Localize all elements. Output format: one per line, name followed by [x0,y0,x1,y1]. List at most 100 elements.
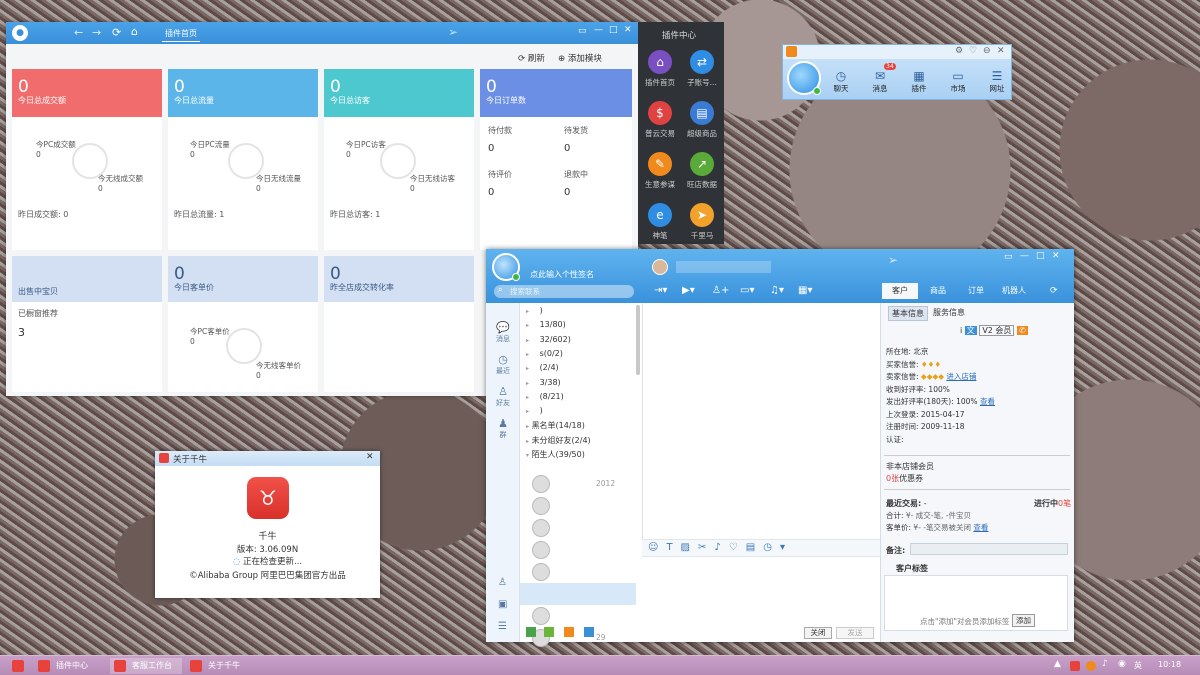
send-button[interactable]: 发送 [836,627,874,639]
more-icon[interactable]: ▾ [780,542,793,553]
start-icon[interactable] [12,660,24,672]
plugin-item-2[interactable]: $ 普云交易 [640,101,680,139]
plugin-item-0[interactable]: ⌂ 插件首页 [640,50,680,88]
sidebar-2[interactable]: ♙ 好友 [488,385,518,408]
chat-minimize-icon[interactable]: — [1020,251,1029,261]
visitor-card[interactable]: 0 今日总访客 今日PC访客 0 今日无线访客 0 昨日总访客: 1 [324,69,474,250]
customer-tab-0[interactable]: 客户 [882,283,918,299]
customer-tab-3[interactable]: 机器人 [996,283,1032,299]
customer-tab-1[interactable]: 商品 [920,283,956,299]
plugin-item-7[interactable]: ➤ 千里马 [682,203,722,241]
customer-tab-2[interactable]: 订单 [958,283,994,299]
forward-icon[interactable]: → [92,26,101,39]
contact-group[interactable]: ▸ s(0/2) [526,349,563,358]
contact-group[interactable]: ▸ 3/38) [526,378,561,387]
contact-group[interactable]: ▸ ) [526,406,543,415]
taskbar-item-2[interactable]: 关于千牛 [186,658,258,674]
toolbar-settings-icon[interactable]: ⚙ [955,46,963,56]
plugin-item-4[interactable]: ✎ 生意参谋 [640,152,680,190]
taskbar-item-1[interactable]: 客服工作台 [110,658,182,674]
contact-scrollbar[interactable] [636,305,640,375]
refresh-panel-icon[interactable]: ⟳ [1050,286,1058,296]
inbox-icon[interactable]: ▣ [498,599,507,610]
screen-share-icon[interactable]: ▭▾ [740,285,754,296]
orders-card[interactable]: 0 今日订单数 待付款 0 待发货 0 待评价 0 退款中 0 [480,69,632,250]
file-icon[interactable]: ▤ [746,542,763,553]
refresh-button[interactable]: ⟳ 刷新 [518,52,545,64]
maximize-icon[interactable]: □ [609,25,618,35]
video-icon[interactable]: ▶▾ [682,285,695,296]
reload-icon[interactable]: ⟳ [112,26,121,39]
contact-search[interactable]: ⌕ 搜索联系 [494,285,634,298]
subtab-1[interactable]: 服务信息 [930,306,968,319]
network-icon[interactable]: ◉ [1118,659,1126,669]
like-icon[interactable]: ♡ [729,542,746,553]
notify-icon[interactable]: ♫▾ [770,285,784,296]
volume-icon[interactable]: ♪ [1102,659,1108,669]
avg-view-link[interactable]: 查看 [973,523,988,532]
contact-group[interactable]: ▸ 黑名单(14/18) [526,420,585,431]
chat-window-mode-icon[interactable]: ▭ [1004,252,1013,262]
plugin-item-6[interactable]: e 神笔 [640,203,680,241]
add-contact-icon[interactable]: ♙+ [712,285,729,296]
sidebar-3[interactable]: ♟ 群 [488,417,518,440]
home-nav-icon[interactable]: ⌂ [131,25,138,38]
minimize-icon[interactable]: — [594,25,603,35]
contact-group[interactable]: ▸ 未分组好友(2/4) [526,435,591,446]
bottom-app-icon-2[interactable] [544,627,554,637]
add-tag-button[interactable]: 添加 [1012,614,1035,627]
font-icon[interactable]: T [666,542,680,553]
info-link[interactable]: 进入店铺 [946,372,976,381]
chat-maximize-icon[interactable]: □ [1036,251,1045,261]
toolbar-item-4[interactable]: ☰ 网址 [983,69,1011,94]
info-link[interactable]: 查看 [980,397,995,406]
bottom-app-icon-1[interactable] [526,627,536,637]
message-area[interactable] [642,303,880,539]
toolbar-item-2[interactable]: ▦ 插件 [905,69,933,94]
traffic-card[interactable]: 0 今日总流量 今日PC流量 0 今日无线流量 0 昨日总流量: 1 [168,69,318,250]
contact-avatar[interactable] [532,519,550,537]
sidebar-0[interactable]: 💬 消息 [488,321,518,344]
clock[interactable]: 10:18 [1158,660,1181,669]
contact-group[interactable]: ▸ 32/602) [526,335,571,344]
chat-close-icon[interactable]: ✕ [1052,251,1060,261]
note-input[interactable] [910,543,1068,555]
contact-group[interactable]: ▸ (2/4) [526,363,559,372]
tray-up-icon[interactable]: ▲ [1054,659,1061,669]
close-icon[interactable]: ✕ [624,25,632,35]
history-icon[interactable]: ◷ [763,542,780,553]
on-sale-card[interactable]: 出售中宝贝 已橱窗推荐 3 [12,256,162,392]
close-button[interactable]: 关闭 [804,627,832,639]
toolbar-minimize-icon[interactable]: ⊖ [983,46,991,56]
phone-icon[interactable]: ✆ [1016,326,1028,335]
add-module-button[interactable]: ⊕ 添加模块 [558,52,602,64]
shake-icon[interactable]: ♪ [714,542,728,553]
message-input[interactable] [642,557,880,625]
contact-group[interactable]: ▸ ) [526,306,543,315]
image-icon[interactable]: ▨ [681,542,698,553]
contact-group[interactable]: ▸ (8/21) [526,392,564,401]
plugin-item-1[interactable]: ⇄ 子账号... [682,50,722,88]
customer-avatar[interactable] [652,259,668,275]
contact-group[interactable]: ▸ 13/80) [526,320,566,329]
emoji-icon[interactable]: ☺ [648,542,666,553]
transfer-icon[interactable]: ⇥▾ [654,285,667,296]
back-icon[interactable]: ← [74,26,83,39]
subtab-0[interactable]: 基本信息 [888,306,928,321]
toolbar-item-3[interactable]: ▭ 市场 [944,69,972,94]
contact-avatar[interactable] [532,563,550,581]
toolbar-item-1[interactable]: ✉ 消息 34 [866,63,896,94]
contact-manage-icon[interactable]: ♙ [498,577,507,588]
ime-indicator[interactable]: 英 [1134,660,1142,671]
sidebar-1[interactable]: ◷ 最近 [488,353,518,376]
about-close-icon[interactable]: ✕ [366,452,374,462]
tab-plugin-home[interactable]: 插件首页 [162,28,200,42]
contact-avatar[interactable] [532,475,550,493]
bottom-app-icon-3[interactable] [564,627,574,637]
avg-price-card[interactable]: 0 今日客单价 今PC客单价 0 今无线客单价 0 [168,256,318,392]
signature-input[interactable]: 点此输入个性签名 [530,269,594,280]
taskbar-item-0[interactable]: 插件中心 [34,658,106,674]
cut-icon[interactable]: ✂ [698,542,714,553]
contact-group[interactable]: ▾ 陌生人(39/50) [526,449,585,460]
toolbar-close-icon[interactable]: ✕ [997,46,1005,56]
